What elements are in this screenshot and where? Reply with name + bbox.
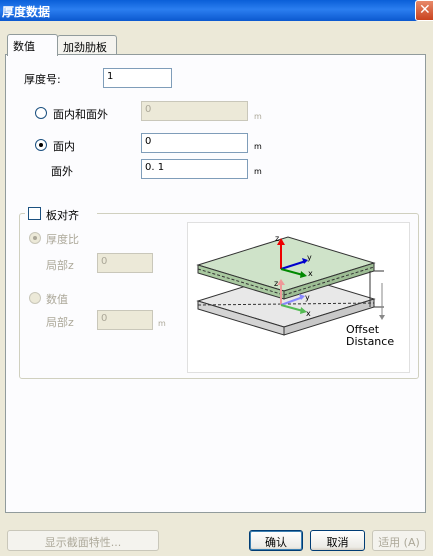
close-button[interactable]: ✕ bbox=[415, 0, 433, 21]
thickness-no-label: 厚度号: bbox=[24, 73, 61, 86]
axis-z-top: z bbox=[275, 234, 280, 243]
numeric-local-z-label: 局部z bbox=[46, 316, 74, 329]
axis-y-top: y bbox=[307, 253, 312, 262]
window-title: 厚度数据 bbox=[2, 5, 51, 19]
ok-button[interactable]: 确认 bbox=[249, 530, 303, 551]
radio-selected-dot bbox=[39, 143, 43, 147]
axis-y-bottom: y bbox=[305, 293, 310, 302]
thickness-ratio-label: 厚度比 bbox=[46, 233, 79, 246]
numeric-local-z-input[interactable]: 0 bbox=[97, 310, 153, 330]
close-icon: ✕ bbox=[419, 2, 431, 18]
out-plane-unit: m bbox=[254, 167, 262, 176]
radio-thickness-ratio[interactable] bbox=[29, 232, 41, 244]
radio-numeric[interactable] bbox=[29, 292, 41, 304]
thickness-no-input[interactable]: 1 bbox=[103, 68, 172, 88]
radio-in-plane[interactable] bbox=[35, 139, 47, 151]
axis-x-bottom: x bbox=[306, 309, 311, 318]
ratio-local-z-label: 局部z bbox=[46, 259, 74, 272]
ratio-local-z-input[interactable]: 0 bbox=[97, 253, 153, 273]
out-plane-input[interactable]: 0. 1 bbox=[141, 159, 248, 179]
in-out-plane-label: 面内和面外 bbox=[53, 108, 108, 121]
axis-x-top: x bbox=[308, 269, 313, 278]
numeric-unit: m bbox=[158, 319, 166, 328]
in-out-plane-unit: m bbox=[254, 112, 262, 121]
offset-label-line2: Distance bbox=[346, 335, 395, 348]
plate-align-checkbox[interactable] bbox=[28, 207, 41, 220]
section-properties-button[interactable]: 显示截面特性... bbox=[7, 530, 159, 551]
in-plane-input[interactable]: 0 bbox=[141, 133, 248, 153]
cancel-button[interactable]: 取消 bbox=[310, 530, 365, 551]
plate-align-label: 板对齐 bbox=[46, 209, 79, 222]
radio-selected-dot bbox=[33, 236, 37, 240]
in-plane-label: 面内 bbox=[53, 140, 75, 153]
numeric-label: 数值 bbox=[46, 293, 68, 306]
tab-stiffener[interactable]: 加劲肋板 bbox=[57, 35, 117, 55]
axis-z-bottom: z bbox=[274, 279, 279, 288]
offset-diagram: z y x z y x Offset Distance bbox=[187, 222, 410, 373]
title-bar: 厚度数据 ✕ bbox=[0, 0, 433, 21]
radio-in-out-plane[interactable] bbox=[35, 107, 47, 119]
offset-diagram-svg bbox=[196, 236, 385, 336]
tab-stiffener-label: 加劲肋板 bbox=[63, 41, 107, 54]
tab-values-label: 数值 bbox=[13, 40, 35, 53]
tab-values[interactable]: 数值 bbox=[7, 34, 58, 56]
out-plane-label: 面外 bbox=[51, 165, 73, 178]
apply-button[interactable]: 适用 (A) bbox=[372, 530, 426, 551]
in-out-plane-input[interactable]: 0 bbox=[141, 101, 248, 121]
in-plane-unit: m bbox=[254, 142, 262, 151]
